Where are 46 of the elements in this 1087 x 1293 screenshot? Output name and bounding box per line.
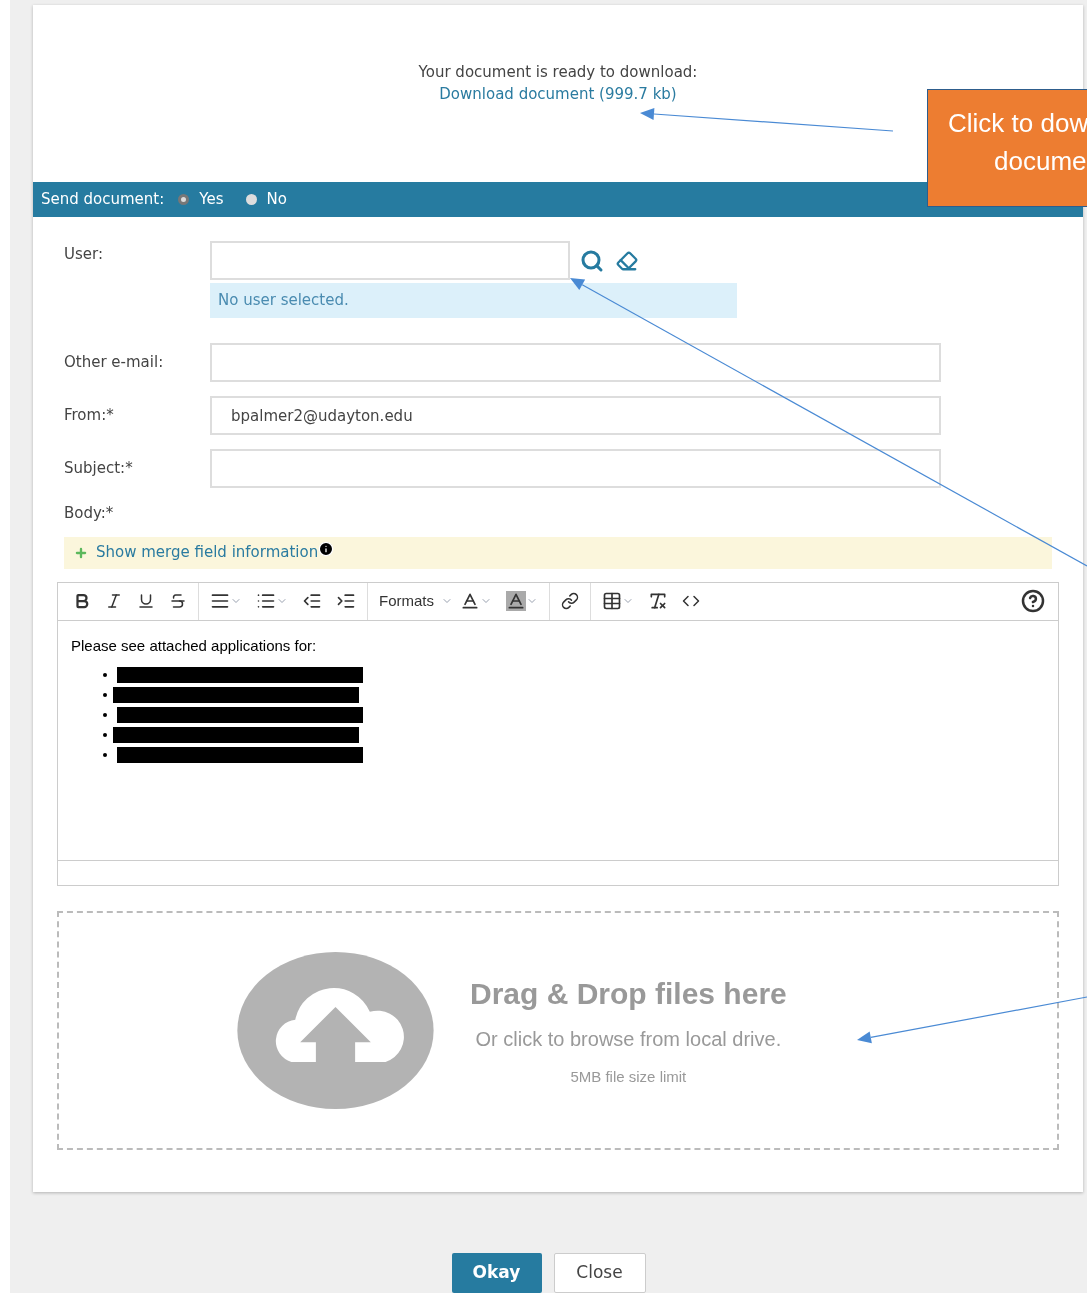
- file-drop-zone[interactable]: Drag & Drop files here Or click to browse from local drive. 5MB file size limit: [57, 910, 1059, 1150]
- plus-icon: [74, 545, 88, 560]
- strikethrough-icon: [169, 592, 187, 610]
- file-size-limit: 5MB file size limit: [570, 1067, 687, 1088]
- field-label: User:: [64, 244, 104, 265]
- search-icon[interactable]: [580, 248, 604, 273]
- callout-text: docume: [993, 145, 1087, 178]
- text-field[interactable]: [210, 449, 941, 488]
- send-document-label: Send document:: [41, 189, 165, 211]
- italic-icon: [105, 592, 123, 610]
- field-label: From:*: [64, 405, 115, 427]
- bullet-list-icon: [256, 591, 276, 611]
- download-prompt: Your document is ready to download:: [418, 62, 698, 83]
- download-link[interactable]: Download document (999.7 kb): [439, 83, 677, 105]
- radio-button[interactable]: [178, 194, 190, 205]
- field-label: Subject:*: [64, 458, 134, 480]
- drop-zone-subtitle: Or click to browse from local drive.: [475, 1027, 782, 1053]
- link-icon: [561, 592, 579, 610]
- field-label: Body:*: [64, 503, 115, 524]
- highlight-icon: [506, 591, 526, 611]
- drop-zone-title: Drag & Drop files here: [470, 976, 787, 1013]
- radio-label: No: [266, 189, 287, 211]
- table-icon: [602, 591, 622, 611]
- radio-button[interactable]: [245, 194, 257, 205]
- clear-formatting-icon: [648, 591, 668, 611]
- underline-icon: [137, 592, 155, 610]
- no-user-notice: No user selected.: [210, 283, 737, 318]
- radio-label: Yes: [199, 189, 224, 211]
- indent-icon: [336, 591, 356, 611]
- help-icon: [1021, 589, 1045, 613]
- bold-icon: [73, 592, 91, 610]
- text-color-icon: [460, 591, 480, 611]
- align-icon: [210, 591, 230, 611]
- info-icon: [318, 540, 335, 557]
- editor-text: Please see attached applications for:: [71, 635, 318, 656]
- user-field[interactable]: [210, 241, 570, 280]
- okay-button[interactable]: Okay: [451, 1253, 542, 1293]
- text-field[interactable]: [210, 343, 941, 382]
- merge-info-link[interactable]: Show merge field information: [96, 541, 319, 564]
- field-label: Other e-mail:: [64, 352, 165, 374]
- cloud-upload-icon: [237, 951, 434, 1109]
- eraser-icon[interactable]: [614, 249, 640, 272]
- formats-dropdown[interactable]: Formats: [372, 589, 441, 613]
- text-field[interactable]: bpalmer2@udayton.edu: [210, 396, 941, 435]
- close-button[interactable]: Close: [553, 1253, 646, 1293]
- outdent-icon: [302, 591, 322, 611]
